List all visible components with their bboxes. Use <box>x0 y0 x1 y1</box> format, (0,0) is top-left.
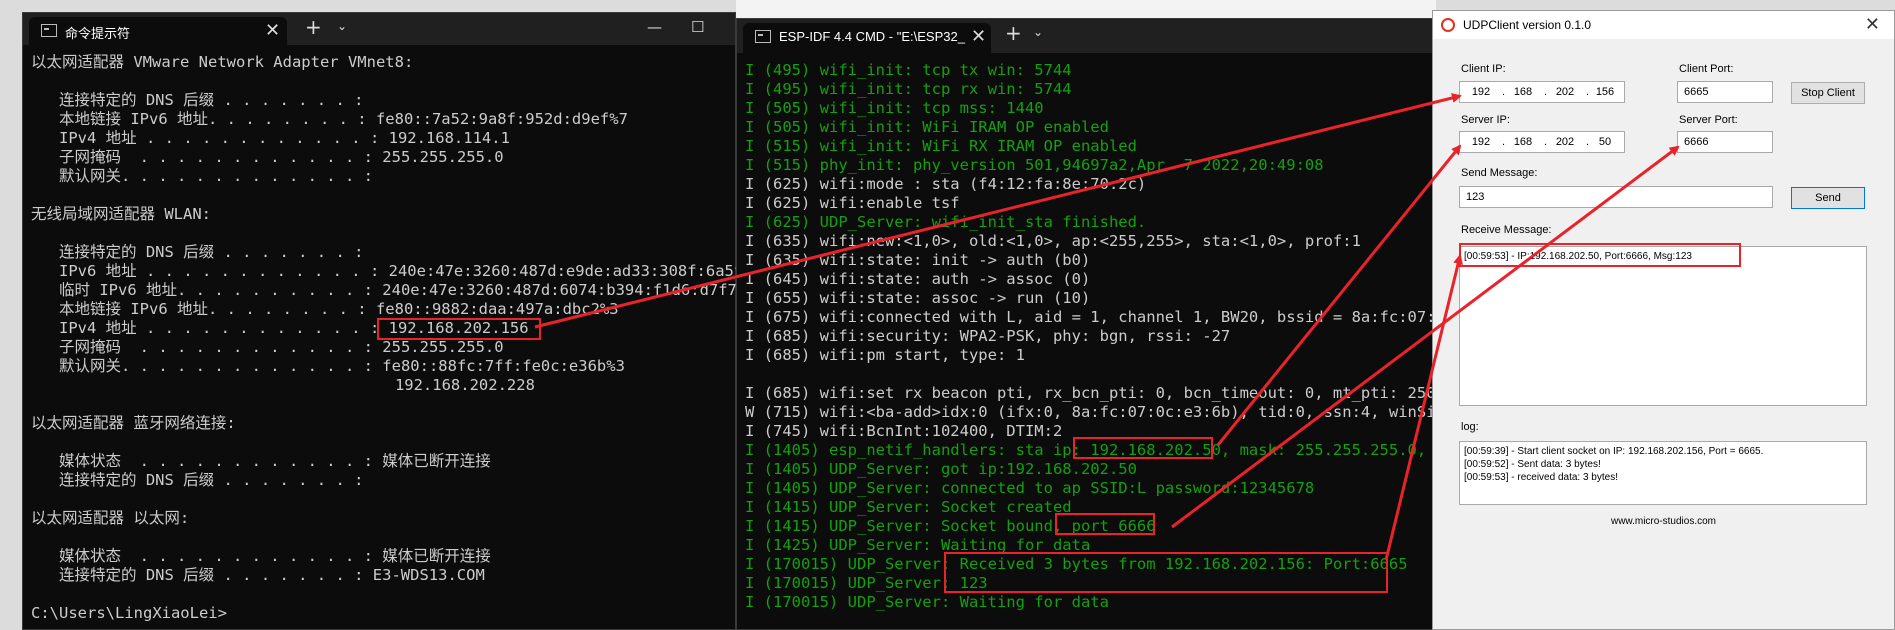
arrow-server-port <box>1171 145 1680 529</box>
annotation-arrows <box>534 93 1680 561</box>
arrow-received <box>1384 254 1463 561</box>
arrow-client-ip <box>534 93 1462 329</box>
